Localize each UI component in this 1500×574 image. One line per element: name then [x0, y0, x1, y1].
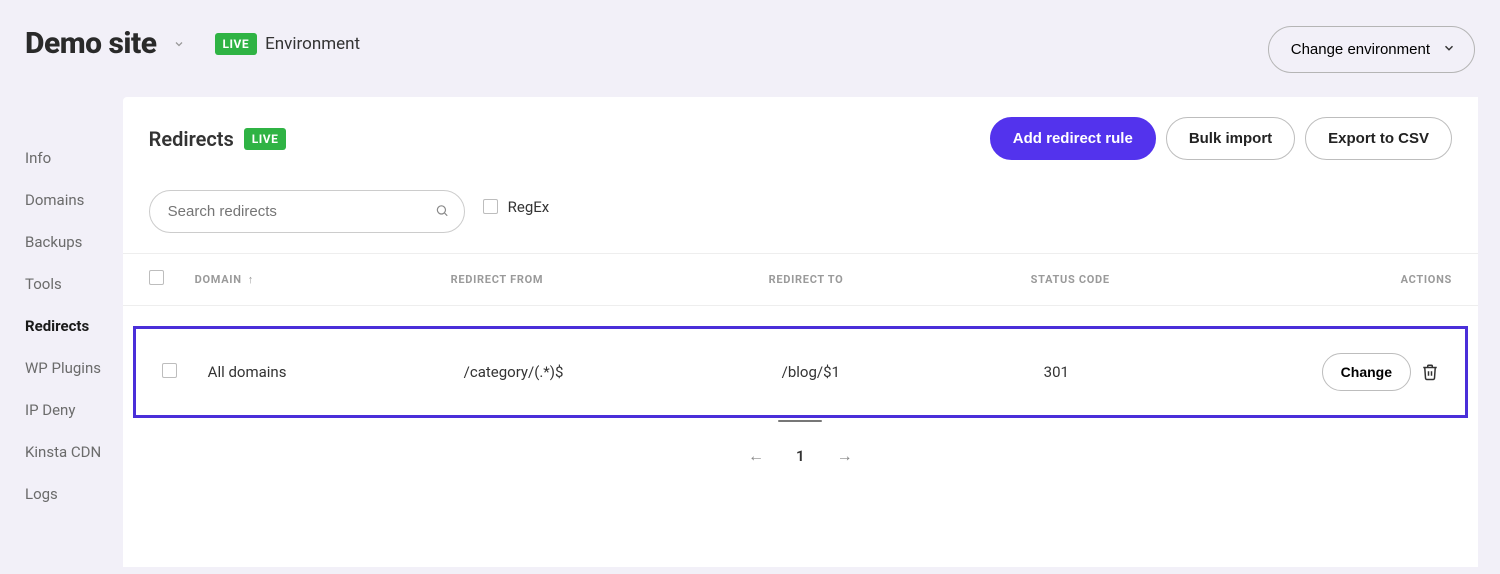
header-actions: Add redirect rule Bulk import Export to … — [990, 117, 1452, 160]
sidebar-item-label: Domains — [25, 191, 84, 209]
column-domain[interactable]: DOMAIN ↑ — [195, 273, 451, 286]
sidebar-item-label: Kinsta CDN — [25, 443, 101, 461]
column-domain-label: DOMAIN — [195, 273, 242, 286]
page-number: 1 — [796, 447, 805, 465]
sidebar: Info Domains Backups Tools Redirects WP … — [0, 97, 123, 567]
pagination-divider — [778, 420, 822, 422]
cell-actions: Change — [1322, 353, 1439, 391]
sort-ascending-icon: ↑ — [248, 273, 254, 286]
cell-redirect-from: /category/(.*)$ — [464, 363, 782, 381]
sidebar-item-info[interactable]: Info — [25, 137, 123, 179]
sidebar-item-redirects[interactable]: Redirects — [25, 305, 123, 347]
search-input[interactable] — [149, 190, 465, 233]
cell-status-code: 301 — [1044, 363, 1322, 381]
main-panel: Redirects LIVE Add redirect rule Bulk im… — [123, 97, 1478, 567]
sidebar-item-label: IP Deny — [25, 401, 75, 419]
sidebar-item-label: Logs — [25, 485, 58, 503]
prev-page-button[interactable]: ← — [748, 446, 764, 466]
sidebar-item-label: Tools — [25, 275, 62, 293]
table-head: DOMAIN ↑ REDIRECT FROM REDIRECT TO STATU… — [123, 253, 1478, 306]
pagination: ← 1 → — [123, 418, 1478, 494]
layout: Info Domains Backups Tools Redirects WP … — [0, 97, 1500, 567]
live-badge: LIVE — [215, 33, 258, 55]
chevron-down-icon — [173, 38, 185, 50]
sidebar-item-logs[interactable]: Logs — [25, 473, 123, 515]
sidebar-item-label: Redirects — [25, 317, 89, 335]
sidebar-item-domains[interactable]: Domains — [25, 179, 123, 221]
top-bar: Demo site LIVE Environment Change enviro… — [0, 0, 1500, 97]
sidebar-item-label: WP Plugins — [25, 359, 101, 377]
cell-domain: All domains — [208, 363, 464, 381]
live-badge: LIVE — [244, 128, 287, 150]
sidebar-item-wp-plugins[interactable]: WP Plugins — [25, 347, 123, 389]
select-all-checkbox[interactable] — [149, 270, 164, 285]
chevron-down-icon — [1442, 41, 1456, 59]
change-environment-button[interactable]: Change environment — [1268, 26, 1475, 73]
change-button[interactable]: Change — [1322, 353, 1411, 391]
regex-checkbox[interactable] — [483, 199, 498, 214]
row-checkbox[interactable] — [162, 363, 177, 378]
export-csv-button[interactable]: Export to CSV — [1305, 117, 1452, 160]
table-row: All domains /category/(.*)$ /blog/$1 301… — [133, 326, 1468, 418]
environment-label: Environment — [265, 34, 360, 54]
toolbar: RegEx — [123, 184, 1478, 253]
main-header: Redirects LIVE Add redirect rule Bulk im… — [123, 97, 1478, 184]
trash-icon[interactable] — [1421, 363, 1439, 381]
regex-label: RegEx — [508, 198, 550, 216]
search-wrap — [149, 190, 465, 233]
site-name: Demo site — [25, 26, 157, 61]
next-page-button[interactable]: → — [837, 446, 853, 466]
sidebar-item-kinsta-cdn[interactable]: Kinsta CDN — [25, 431, 123, 473]
sidebar-item-tools[interactable]: Tools — [25, 263, 123, 305]
cell-redirect-to: /blog/$1 — [782, 363, 1044, 381]
sidebar-item-label: Backups — [25, 233, 82, 251]
page-title: Redirects — [149, 127, 234, 151]
bulk-import-button[interactable]: Bulk import — [1166, 117, 1295, 160]
sidebar-item-label: Info — [25, 149, 51, 167]
sidebar-item-ip-deny[interactable]: IP Deny — [25, 389, 123, 431]
column-redirect-from[interactable]: REDIRECT FROM — [451, 273, 769, 286]
change-environment-label: Change environment — [1291, 41, 1430, 58]
search-icon — [435, 202, 449, 221]
column-status-code[interactable]: STATUS CODE — [1031, 273, 1309, 286]
regex-toggle: RegEx — [483, 198, 550, 216]
site-dropdown-toggle[interactable] — [171, 36, 187, 52]
column-actions: ACTIONS — [1309, 273, 1452, 286]
sidebar-item-backups[interactable]: Backups — [25, 221, 123, 263]
add-redirect-button[interactable]: Add redirect rule — [990, 117, 1156, 160]
column-redirect-to[interactable]: REDIRECT TO — [769, 273, 1031, 286]
